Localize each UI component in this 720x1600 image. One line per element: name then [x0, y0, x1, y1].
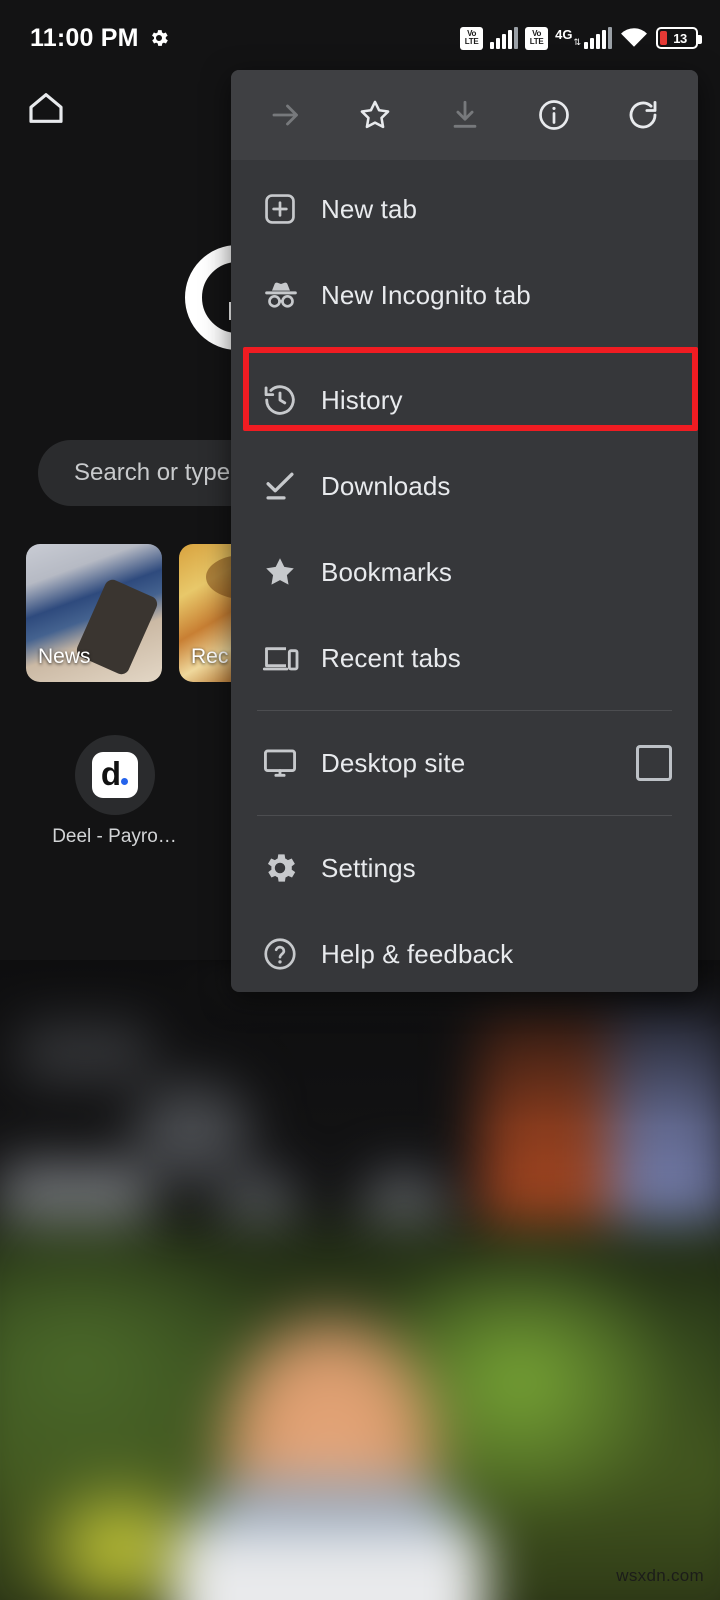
battery-icon: 13: [656, 27, 698, 49]
plus-square-icon: [261, 190, 321, 228]
menu-item-new-tab[interactable]: New tab: [231, 166, 698, 252]
gear-icon: [261, 849, 321, 887]
menu-toolbar: [231, 70, 698, 160]
battery-percent: 13: [667, 31, 686, 46]
menu-item-history[interactable]: History: [231, 357, 698, 443]
watermark: wsxdn.com: [616, 1566, 704, 1586]
menu-item-label: Settings: [321, 853, 672, 884]
star-icon[interactable]: [352, 92, 398, 138]
menu-item-bookmarks[interactable]: Bookmarks: [231, 529, 698, 615]
wifi-icon: [619, 26, 649, 50]
star-filled-icon: [261, 553, 321, 591]
menu-divider: [257, 347, 672, 348]
recent-tabs-icon: [261, 638, 321, 678]
status-bar-right: Vo LTE Vo LTE 4G ⇅: [460, 26, 698, 50]
download-icon[interactable]: [442, 92, 488, 138]
menu-item-label: New tab: [321, 194, 672, 225]
menu-item-help-feedback[interactable]: Help & feedback: [231, 911, 698, 992]
volte-bottom: LTE: [530, 38, 544, 46]
menu-item-settings[interactable]: Settings: [231, 825, 698, 911]
fade-overlay: [0, 960, 720, 1600]
menu-item-label: Downloads: [321, 471, 672, 502]
home-icon[interactable]: [26, 88, 66, 128]
menu-item-recent-tabs[interactable]: Recent tabs: [231, 615, 698, 701]
history-icon: [261, 381, 321, 419]
app-circle: d: [75, 735, 155, 815]
volte-icon-1: Vo LTE: [460, 27, 483, 50]
menu-item-label: Desktop site: [321, 748, 636, 779]
app-shortcut-deel[interactable]: d Deel - Payro…: [26, 735, 203, 848]
forward-arrow-icon[interactable]: [263, 92, 309, 138]
app-shortcut-label: Deel - Payro…: [52, 826, 177, 848]
menu-item-new-incognito-tab[interactable]: New Incognito tab: [231, 252, 698, 338]
overflow-menu: New tab New Incognito tab: [231, 70, 698, 992]
tile-label: Rec: [191, 645, 228, 669]
tile-label: News: [38, 645, 91, 669]
clock: 11:00 PM: [30, 24, 139, 53]
menu-item-desktop-site[interactable]: Desktop site: [231, 720, 698, 806]
tile-news[interactable]: News: [26, 544, 162, 682]
menu-item-label: New Incognito tab: [321, 280, 672, 311]
menu-divider: [257, 815, 672, 816]
menu-item-list: New tab New Incognito tab: [231, 160, 698, 992]
phone-screen: Search or type News Rec d Deel - Payro…: [0, 0, 720, 1600]
network-type-label: 4G: [555, 27, 572, 42]
signal-bars-icon-2: [584, 27, 612, 49]
gear-icon: [148, 27, 170, 49]
desktop-site-checkbox[interactable]: [636, 745, 672, 781]
reload-icon[interactable]: [620, 92, 666, 138]
mobile-data-group: 4G ⇅: [555, 27, 612, 49]
volte-bottom: LTE: [465, 38, 479, 46]
info-circle-icon[interactable]: [531, 92, 577, 138]
battery-fill: [660, 31, 667, 45]
deel-icon: d: [92, 752, 138, 798]
menu-item-label: Help & feedback: [321, 939, 672, 970]
data-arrows-icon: ⇅: [573, 38, 581, 49]
status-bar-left: 11:00 PM: [30, 24, 170, 53]
blurred-page-content: [0, 960, 720, 1600]
volte-icon-2: Vo LTE: [525, 27, 548, 50]
incognito-icon: [261, 275, 321, 315]
menu-item-label: History: [321, 385, 672, 416]
question-circle-icon: [261, 935, 321, 973]
status-bar: 11:00 PM Vo LTE Vo LTE 4G ⇅: [0, 0, 720, 76]
deel-icon-dot: [121, 778, 128, 785]
downloads-check-icon: [261, 467, 321, 505]
search-placeholder: Search or type: [74, 459, 230, 487]
menu-item-label: Bookmarks: [321, 557, 672, 588]
signal-bars-icon-1: [490, 27, 518, 49]
monitor-icon: [261, 744, 321, 782]
deel-icon-letter: d: [101, 757, 120, 790]
menu-item-downloads[interactable]: Downloads: [231, 443, 698, 529]
menu-item-label: Recent tabs: [321, 643, 672, 674]
menu-divider: [257, 710, 672, 711]
